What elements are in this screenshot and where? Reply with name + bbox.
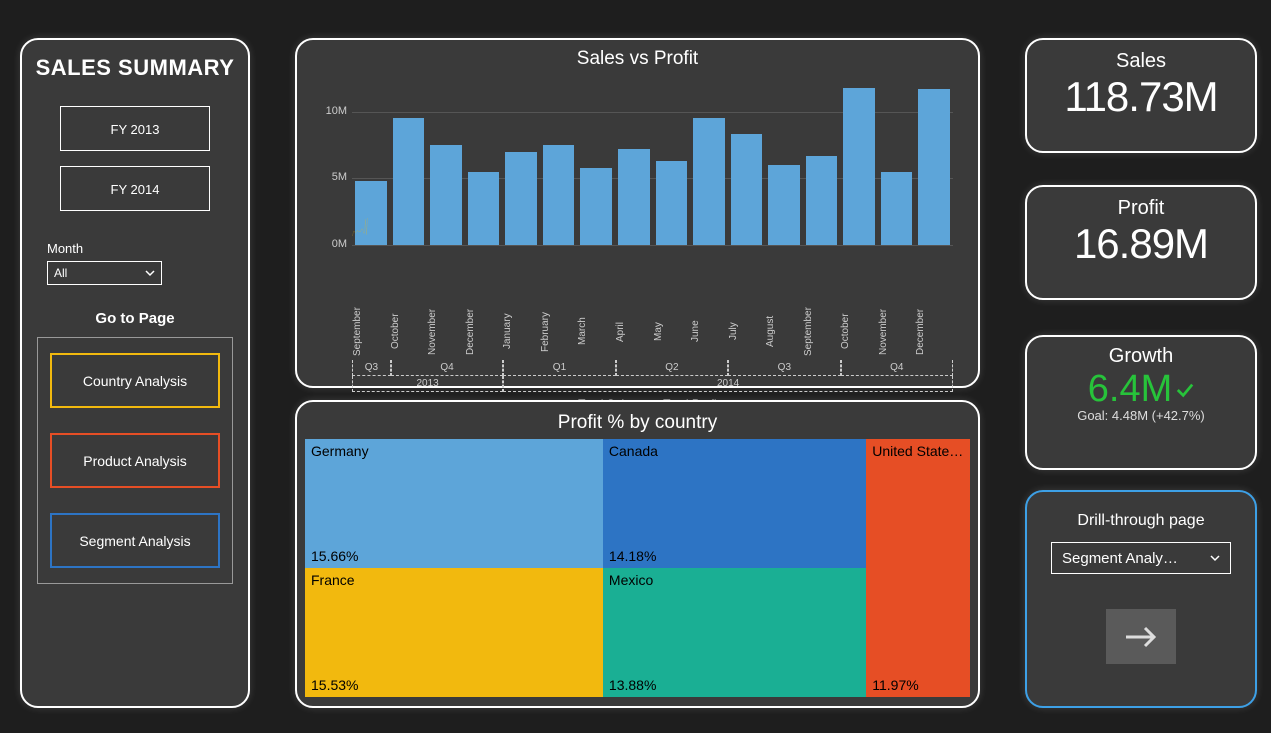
treemap-cell-name: France [311,572,355,588]
chart-year-row: 20132014 [352,376,953,392]
x-label: September [352,305,390,360]
drill-selected-value: Segment Analy… [1062,550,1178,567]
nav-box: Country Analysis Product Analysis Segmen… [37,337,233,584]
sidebar-panel: SALES SUMMARY FY 2013 FY 2014 Month All … [20,38,250,708]
x-label: March [577,305,615,360]
x-label: November [427,305,465,360]
treemap-cell-value: 13.88% [609,677,656,693]
nav-segment-analysis[interactable]: Segment Analysis [50,513,220,568]
page-title: SALES SUMMARY [22,55,248,81]
bar[interactable] [618,149,650,245]
bar[interactable] [881,172,913,245]
chart-title: Sales vs Profit [312,48,963,70]
bar[interactable] [505,152,537,245]
drill-through-panel: Drill-through page Segment Analy… [1025,490,1257,708]
kpi-profit-value: 16.89M [1027,220,1255,268]
bar[interactable] [918,89,950,245]
quarter-label: Q4 [391,360,503,376]
treemap-cell-value: 15.66% [311,548,358,564]
x-label: July [728,305,766,360]
kpi-growth-goal: Goal: 4.48M (+42.7%) [1027,408,1255,423]
chart-plot-area: 0M 5M 10M [312,75,963,305]
x-label: October [390,305,428,360]
bar[interactable] [731,134,763,245]
drill-title: Drill-through page [1042,512,1240,530]
bar[interactable] [393,118,425,245]
x-label: February [540,305,578,360]
kpi-sales-card[interactable]: Sales 118.73M [1025,38,1257,153]
bar[interactable] [543,145,575,245]
treemap-cell[interactable]: France 15.53% [305,568,603,697]
x-label: June [690,305,728,360]
x-label: May [653,305,691,360]
drill-go-button[interactable] [1106,609,1176,664]
chart-quarter-row: Q3Q4Q1Q2Q3Q4 [352,360,953,376]
month-filter: Month All [22,241,248,285]
bar[interactable] [355,181,387,245]
chart-x-axis: SeptemberOctoberNovemberDecemberJanuaryF… [352,305,953,360]
y-tick: 5M [312,171,347,183]
bar[interactable] [806,156,838,245]
drill-select[interactable]: Segment Analy… [1051,542,1231,574]
nav-product-analysis[interactable]: Product Analysis [50,433,220,488]
month-value: All [54,266,67,280]
x-label: September [803,305,841,360]
y-tick: 0M [312,238,347,250]
quarter-label: Q3 [352,360,391,376]
x-label: January [502,305,540,360]
kpi-sales-value: 118.73M [1027,73,1255,121]
x-label: August [765,305,803,360]
kpi-profit-label: Profit [1027,197,1255,220]
treemap-cell-name: Germany [311,443,369,459]
arrow-right-icon [1121,622,1161,652]
sales-vs-profit-chart[interactable]: Sales vs Profit 0M5M10M SeptemberOctober… [295,38,980,388]
treemap-cell-name: Mexico [609,572,653,588]
year-label: 2013 [352,376,503,392]
treemap-cell-value: 14.18% [609,548,656,564]
month-label: Month [47,241,223,256]
x-label: December [915,305,953,360]
check-icon [1176,381,1194,399]
fy-2013-button[interactable]: FY 2013 [60,106,210,151]
chevron-down-icon [1210,553,1220,563]
treemap-cell[interactable]: Germany 15.66% [305,439,603,568]
quarter-label: Q2 [616,360,728,376]
treemap-cell-value: 11.97% [872,677,918,693]
kpi-growth-label: Growth [1027,345,1255,368]
chevron-down-icon [145,268,155,278]
kpi-sales-label: Sales [1027,50,1255,73]
x-label: April [615,305,653,360]
bar[interactable] [430,145,462,245]
quarter-label: Q1 [503,360,615,376]
treemap-cell[interactable]: United State… 11.97% [866,439,970,697]
nav-country-analysis[interactable]: Country Analysis [50,353,220,408]
treemap-cell[interactable]: Mexico 13.88% [603,568,866,697]
treemap-cell-name: Canada [609,443,658,459]
treemap-cell[interactable]: Canada 14.18% [603,439,866,568]
goto-header: Go to Page [22,310,248,327]
kpi-growth-card[interactable]: Growth 6.4M Goal: 4.48M (+42.7%) [1025,335,1257,470]
fy-2014-button[interactable]: FY 2014 [60,166,210,211]
kpi-profit-card[interactable]: Profit 16.89M [1025,185,1257,300]
quarter-label: Q4 [841,360,953,376]
bar[interactable] [468,172,500,245]
treemap-cell-name: United State… [872,443,963,459]
x-label: October [840,305,878,360]
kpi-growth-value: 6.4M [1088,368,1194,411]
bar[interactable] [656,161,688,245]
quarter-label: Q3 [728,360,840,376]
bar[interactable] [768,165,800,245]
treemap-area: Germany 15.66% France 15.53% Canada 14.18% Mex… [305,439,970,697]
treemap-title: Profit % by country [305,412,970,434]
month-select[interactable]: All [47,261,162,285]
bar[interactable] [580,168,612,245]
x-label: November [878,305,916,360]
year-label: 2014 [503,376,953,392]
x-label: December [465,305,503,360]
bar[interactable] [693,118,725,245]
bar[interactable] [843,88,875,245]
treemap-cell-value: 15.53% [311,677,358,693]
profit-by-country-treemap[interactable]: Profit % by country Germany 15.66% France 1… [295,400,980,708]
y-tick: 10M [312,105,347,117]
